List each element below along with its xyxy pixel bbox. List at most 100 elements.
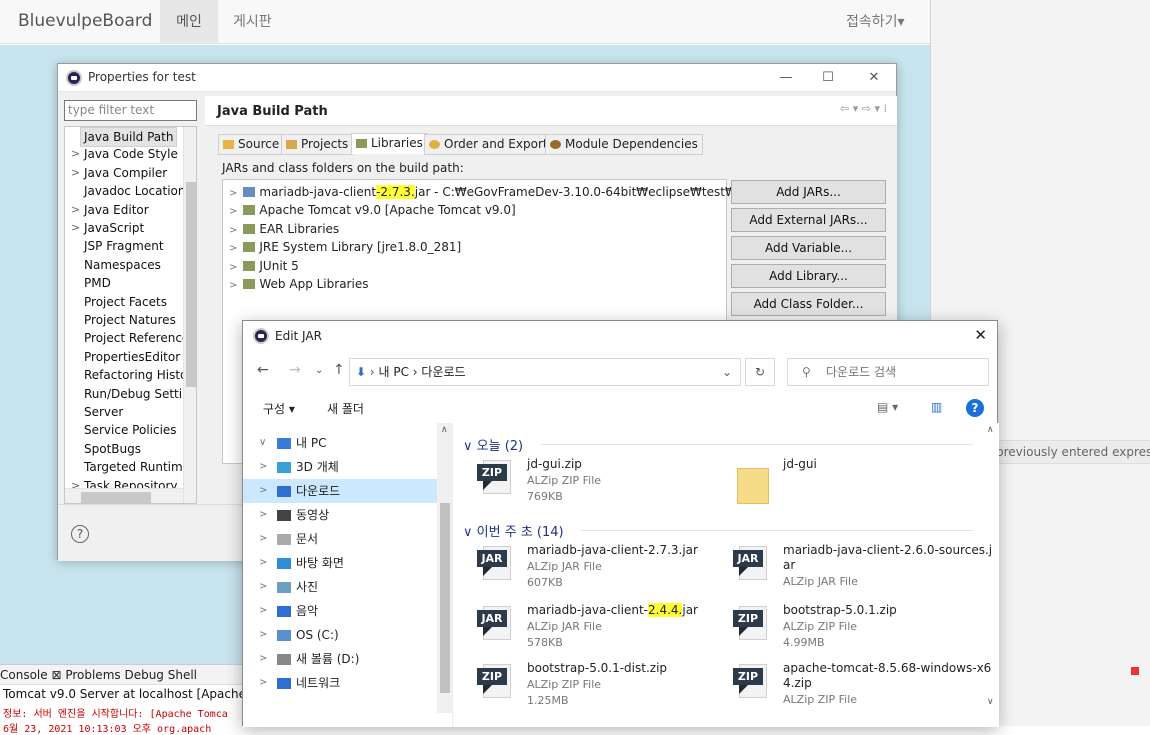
tree-item[interactable]: > Java Code Style	[65, 145, 196, 163]
tree-item[interactable]: Javadoc Location	[65, 182, 196, 200]
expand-arrow-icon[interactable]: >	[259, 671, 267, 695]
add-library-button[interactable]: Add Library...	[731, 264, 886, 288]
expand-arrow-icon[interactable]: >	[259, 647, 267, 671]
tree-item[interactable]: Run/Debug Settir	[65, 385, 196, 403]
nav-scrollbar[interactable]	[437, 423, 452, 713]
tab-module-dependencies[interactable]: Module Dependencies	[545, 134, 703, 155]
nav-item[interactable]: > OS (C:)	[243, 623, 437, 647]
add-variable-button[interactable]: Add Variable...	[731, 236, 886, 260]
tree-item[interactable]: Server	[65, 403, 196, 421]
tree-item[interactable]: Project Reference	[65, 329, 196, 347]
file-item[interactable]: ZIP bootstrap-5.0.1-dist.zip ALZip ZIP Fil…	[477, 661, 717, 717]
expand-arrow-icon[interactable]: >	[259, 455, 267, 479]
breadcrumb[interactable]: ⬇ › 내 PC › 다운로드 ⌄	[349, 358, 741, 386]
tree-item[interactable]: > JavaScript	[65, 219, 196, 237]
nav-item[interactable]: ∨ 내 PC	[243, 431, 437, 455]
tab-source[interactable]: Source	[218, 134, 285, 155]
nav-login-dropdown[interactable]: 접속하기▾	[846, 0, 905, 44]
scroll-up-icon[interactable]: ∧	[987, 425, 994, 435]
expand-arrow-icon[interactable]: >	[229, 243, 237, 254]
nav-item[interactable]: > 사진	[243, 575, 437, 599]
file-item[interactable]: ZIP jd-gui.zip ALZip ZIP File 769KB	[477, 457, 717, 513]
tree-item[interactable]: Project Facets	[65, 293, 196, 311]
file-item[interactable]: JAR mariadb-java-client-2.4.4.jar ALZip JA…	[477, 603, 717, 659]
tree-item[interactable]: Refactoring Histor	[65, 366, 196, 384]
expand-arrow-icon[interactable]: ∨	[259, 431, 266, 455]
expand-arrow-icon[interactable]: >	[229, 280, 237, 291]
expand-arrow-icon[interactable]: >	[71, 145, 80, 163]
nav-item[interactable]: > 음악	[243, 599, 437, 623]
jar-entry[interactable]: > JUnit 5	[229, 257, 299, 275]
expand-arrow-icon[interactable]: >	[229, 262, 237, 273]
jar-entry[interactable]: > Web App Libraries	[229, 275, 368, 293]
filter-input[interactable]: type filter text	[64, 100, 197, 121]
tree-item[interactable]: Targeted Runtime	[65, 458, 196, 476]
file-item[interactable]: jd-gui	[733, 457, 973, 513]
minimize-button[interactable]: —	[774, 68, 798, 88]
scroll-up-icon[interactable]: ∧	[441, 425, 448, 435]
expand-arrow-icon[interactable]: >	[229, 225, 237, 236]
console-tabs[interactable]: Console ⊠ Problems Debug Shell	[0, 665, 255, 685]
tree-item[interactable]: Namespaces	[65, 256, 196, 274]
back-forward-icons[interactable]: ⇦ ▾ ⇨ ▾ ⁞	[840, 102, 887, 115]
expand-arrow-icon[interactable]: >	[71, 164, 80, 182]
expand-arrow-icon[interactable]: >	[259, 551, 267, 575]
chevron-down-icon[interactable]: ⌄	[722, 359, 732, 385]
expand-arrow-icon[interactable]: >	[259, 599, 267, 623]
expression-hint[interactable]: previously entered expressi	[996, 440, 1150, 464]
tree-item[interactable]: Service Policies	[65, 421, 196, 439]
tree-vertical-scrollbar[interactable]	[183, 127, 196, 503]
tree-item[interactable]: Java Build Path	[65, 127, 196, 147]
recent-dropdown-icon[interactable]: ⌄	[315, 365, 323, 376]
nav-item[interactable]: > 문서	[243, 527, 437, 551]
view-mode-icon[interactable]: ▤ ▾	[877, 400, 898, 414]
group-header-today[interactable]: ∨ 오늘 (2)	[463, 435, 523, 454]
nav-board-link[interactable]: 게시판	[233, 0, 272, 44]
brand-link[interactable]: BluevulpeBoard	[18, 11, 152, 31]
jar-entry[interactable]: > EAR Libraries	[229, 220, 339, 238]
tree-horizontal-scrollbar[interactable]	[65, 488, 183, 503]
nav-main-link[interactable]: 메인	[160, 0, 218, 44]
refresh-icon[interactable]: ↻	[745, 358, 775, 386]
new-folder-button[interactable]: 새 폴더	[327, 400, 364, 417]
tree-item[interactable]: JSP Fragment	[65, 237, 196, 255]
expand-arrow-icon[interactable]: >	[259, 527, 267, 551]
tab-projects[interactable]: Projects	[281, 134, 354, 155]
file-item[interactable]: JAR mariadb-java-client-2.7.3.jar ALZip JA…	[477, 543, 717, 599]
expand-arrow-icon[interactable]: >	[229, 188, 237, 199]
nav-item[interactable]: > 새 볼륨 (D:)	[243, 647, 437, 671]
tree-item[interactable]: Project Natures	[65, 311, 196, 329]
back-arrow-icon[interactable]: ←	[257, 362, 269, 378]
jar-entry[interactable]: > Apache Tomcat v9.0 [Apache Tomcat v9.0]	[229, 201, 516, 219]
forward-arrow-icon[interactable]: →	[289, 362, 301, 378]
jar-entry[interactable]: > mariadb-java-client-2.7.3.jar - C:₩eGov…	[229, 183, 791, 201]
up-arrow-icon[interactable]: ↑	[333, 362, 345, 378]
expand-arrow-icon[interactable]: >	[259, 575, 267, 599]
preview-pane-icon[interactable]: ▥	[931, 400, 942, 414]
close-icon[interactable]: ✕	[974, 326, 987, 344]
tree-item[interactable]: > Java Editor	[65, 201, 196, 219]
file-item[interactable]: JAR mariadb-java-client-2.6.0-sources.j ar…	[733, 543, 992, 599]
help-icon[interactable]: ?	[966, 399, 984, 417]
file-item[interactable]: ZIP bootstrap-5.0.1.zip ALZip ZIP File 4.99…	[733, 603, 973, 659]
expand-arrow-icon[interactable]: >	[259, 623, 267, 647]
expand-arrow-icon[interactable]: >	[71, 219, 80, 237]
add-jars-button[interactable]: Add JARs...	[731, 180, 886, 204]
expand-arrow-icon[interactable]: >	[259, 503, 267, 527]
nav-item[interactable]: > 네트워크	[243, 671, 437, 695]
tab-libraries[interactable]: Libraries	[351, 133, 428, 154]
tree-item[interactable]: > Java Compiler	[65, 164, 196, 182]
stop-icon[interactable]	[1131, 667, 1139, 675]
group-header-week[interactable]: ∨ 이번 주 초 (14)	[463, 521, 564, 540]
nav-item[interactable]: > 다운로드	[243, 479, 437, 503]
scroll-down-icon[interactable]: ∨	[987, 697, 994, 707]
maximize-button[interactable]: ☐	[816, 68, 840, 88]
add-class-folder-button[interactable]: Add Class Folder...	[731, 292, 886, 316]
nav-item[interactable]: > 바탕 화면	[243, 551, 437, 575]
close-button[interactable]: ✕	[862, 68, 886, 88]
expand-arrow-icon[interactable]: >	[259, 479, 267, 503]
help-icon[interactable]: ?	[71, 525, 89, 543]
tab-order-export[interactable]: Order and Export	[424, 134, 553, 155]
jar-entry[interactable]: > JRE System Library [jre1.8.0_281]	[229, 238, 461, 256]
expand-arrow-icon[interactable]: >	[229, 206, 237, 217]
